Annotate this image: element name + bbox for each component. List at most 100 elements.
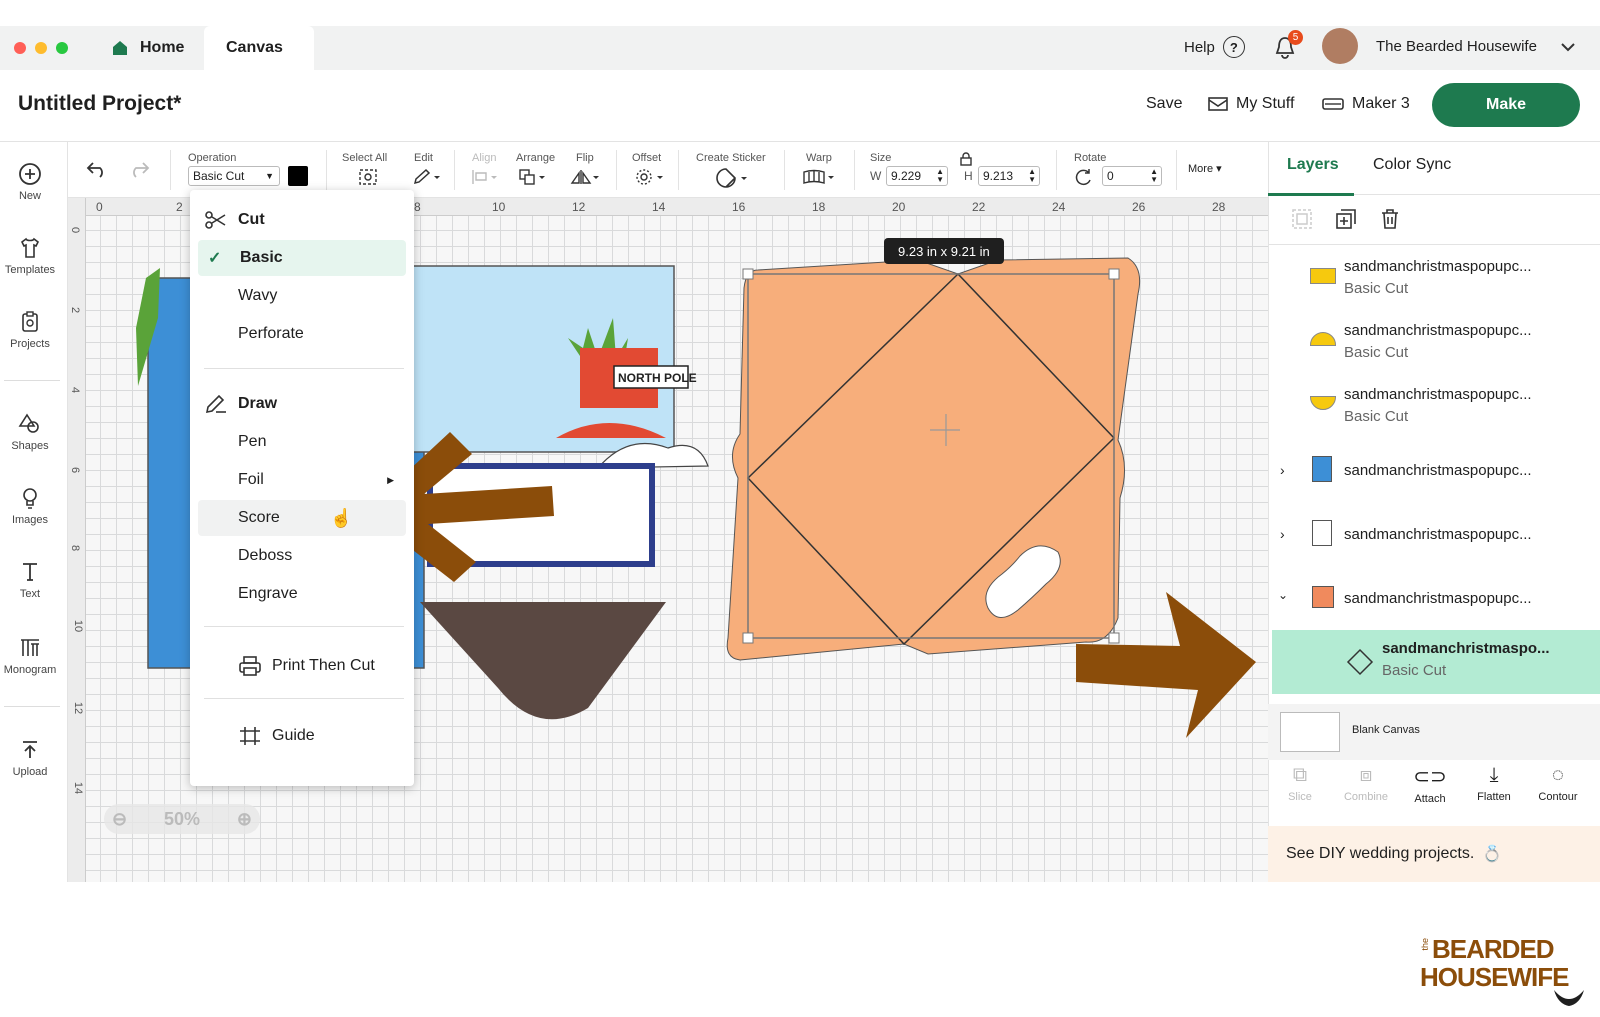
duplicate-icon[interactable]	[1335, 208, 1357, 230]
menu-item-pen[interactable]: Pen	[190, 424, 414, 460]
tab-color-sync[interactable]: Color Sync	[1373, 156, 1451, 174]
minimize-window-button[interactable]	[35, 42, 47, 54]
maximize-window-button[interactable]	[56, 42, 68, 54]
tab-canvas[interactable]: Canvas	[204, 26, 314, 70]
ruler-tick: 18	[812, 200, 826, 214]
sidebar-item-upload[interactable]: Upload	[0, 738, 60, 778]
menu-item-deboss[interactable]: Deboss	[190, 538, 414, 574]
layer-name: sandmanchristmaspopupc...	[1344, 526, 1532, 543]
create-sticker-label: Create Sticker	[696, 152, 766, 164]
flip-icon[interactable]	[570, 168, 602, 186]
width-input[interactable]: 9.229 ▲ ▼	[886, 166, 948, 186]
rotate-icon[interactable]	[1074, 168, 1094, 186]
user-name[interactable]: The Bearded Housewife	[1376, 38, 1537, 55]
sidebar-item-images[interactable]: Images	[0, 486, 60, 526]
toolbar-divider	[678, 150, 679, 190]
operation-dropdown-menu: Cut ✓ Basic Wavy Perforate Draw Pen Foil…	[190, 190, 414, 786]
layer-row[interactable]: sandmanchristmaspopupc... Basic Cut	[1268, 314, 1600, 378]
zoom-in-icon[interactable]: ⊕	[237, 809, 252, 830]
sidebar-item-templates[interactable]: Templates	[0, 236, 60, 276]
machine-button[interactable]: Maker 3	[1322, 95, 1410, 113]
chevron-down-icon[interactable]	[1560, 42, 1576, 52]
sidebar-item-shapes[interactable]: Shapes	[0, 412, 60, 452]
sidebar-item-new[interactable]: New	[0, 162, 60, 202]
promo-banner[interactable]: See DIY wedding projects. 💍	[1268, 826, 1600, 882]
save-button[interactable]: Save	[1146, 95, 1182, 113]
undo-icon[interactable]	[86, 160, 108, 178]
help-button[interactable]: Help ?	[1184, 36, 1245, 58]
layer-row-selected[interactable]: sandmanchristmaspo... Basic Cut	[1272, 630, 1600, 694]
layer-group-row[interactable]: ⌄ sandmanchristmaspopupc...	[1268, 570, 1600, 634]
selection-handle	[742, 632, 754, 644]
trash-icon[interactable]	[1379, 208, 1401, 230]
menu-item-print-then-cut[interactable]: Print Then Cut	[190, 648, 414, 684]
toolbar-divider	[1056, 150, 1057, 190]
ruler-tick: 10	[492, 200, 506, 214]
menu-item-foil[interactable]: Foil ▶	[190, 462, 414, 498]
contour-button[interactable]: ◌ Contour	[1526, 764, 1590, 803]
menu-item-wavy[interactable]: Wavy	[190, 278, 414, 314]
ruler-tick: 26	[1132, 200, 1146, 214]
slice-icon: ⧉	[1292, 764, 1308, 786]
layer-row[interactable]: sandmanchristmaspopupc... Basic Cut	[1268, 250, 1600, 314]
close-window-button[interactable]	[14, 42, 26, 54]
sidebar-label: Text	[19, 588, 41, 600]
pencil-icon[interactable]	[412, 168, 442, 186]
inbox-icon	[1208, 97, 1228, 111]
redo-icon[interactable]	[128, 160, 150, 178]
layer-group-row[interactable]: › sandmanchristmaspopupc...	[1268, 442, 1600, 506]
sidebar-item-text[interactable]: Text	[0, 560, 60, 600]
chevron-right-icon[interactable]: ›	[1280, 462, 1285, 478]
beard-icon	[1554, 990, 1584, 1006]
arrange-icon[interactable]	[518, 168, 548, 186]
layer-thumbnail	[1312, 456, 1332, 482]
menu-item-engrave[interactable]: Engrave	[190, 576, 414, 612]
zoom-out-icon[interactable]: ⊖	[112, 809, 127, 830]
blank-canvas-row[interactable]: Blank Canvas	[1268, 704, 1600, 760]
operation-color-swatch[interactable]	[288, 166, 308, 186]
zoom-control: ⊖ 50% ⊕	[104, 804, 260, 834]
warp-icon[interactable]	[802, 168, 838, 186]
flatten-button[interactable]: ⤓ Flatten	[1462, 764, 1526, 803]
checkmark-icon: ✓	[208, 250, 222, 267]
operation-select[interactable]: Basic Cut ▼	[188, 166, 280, 186]
offset-icon[interactable]	[634, 168, 666, 186]
project-title[interactable]: Untitled Project*	[18, 92, 181, 116]
menu-item-perforate[interactable]: Perforate	[190, 316, 414, 352]
menu-item-label: Engrave	[238, 585, 298, 602]
rotate-input[interactable]: 0 ▲ ▼	[1102, 166, 1162, 186]
user-avatar[interactable]	[1322, 28, 1358, 64]
combine-button[interactable]: ⧈ Combine	[1334, 764, 1398, 803]
sidebar-item-monogram[interactable]: Monogram	[0, 636, 60, 676]
edit-label: Edit	[414, 152, 433, 164]
notifications-button[interactable]: 5	[1274, 30, 1303, 65]
canvas-color-swatch[interactable]	[1280, 712, 1340, 752]
attach-button[interactable]: ⊂⊃ Attach	[1398, 764, 1462, 805]
stepper-icon[interactable]: ▲ ▼	[936, 168, 944, 184]
more-button[interactable]: More ▾	[1188, 162, 1222, 175]
sticker-icon[interactable]	[716, 168, 750, 188]
rotate-value: 0	[1107, 169, 1114, 183]
height-input[interactable]: 9.213 ▲ ▼	[978, 166, 1040, 186]
stepper-icon[interactable]: ▲ ▼	[1028, 168, 1036, 184]
menu-item-score[interactable]: Score ☝	[198, 500, 406, 536]
layer-row[interactable]: sandmanchristmaspopupc... Basic Cut	[1268, 378, 1600, 442]
chevron-down-icon[interactable]: ⌄	[1278, 588, 1288, 602]
tab-home[interactable]: Home	[88, 26, 206, 70]
chevron-right-icon[interactable]: ›	[1280, 526, 1285, 542]
stepper-icon[interactable]: ▲ ▼	[1150, 168, 1158, 184]
slice-button[interactable]: ⧉ Slice	[1268, 764, 1332, 803]
sidebar-item-projects[interactable]: Projects	[0, 310, 60, 350]
tab-layers[interactable]: Layers	[1287, 156, 1339, 174]
layer-group-row[interactable]: › sandmanchristmaspopupc...	[1268, 506, 1600, 570]
logo-line-2: HOUSEWIFE	[1420, 962, 1569, 992]
align-icon[interactable]	[470, 168, 500, 186]
lock-icon[interactable]	[960, 152, 972, 166]
my-stuff-button[interactable]: My Stuff	[1208, 95, 1294, 113]
menu-item-guide[interactable]: Guide	[190, 718, 414, 754]
select-all-icon[interactable]	[358, 168, 378, 186]
group-icon[interactable]	[1291, 208, 1313, 230]
make-button[interactable]: Make	[1432, 83, 1580, 127]
arrange-label: Arrange	[516, 152, 556, 164]
menu-item-basic[interactable]: ✓ Basic	[198, 240, 406, 276]
